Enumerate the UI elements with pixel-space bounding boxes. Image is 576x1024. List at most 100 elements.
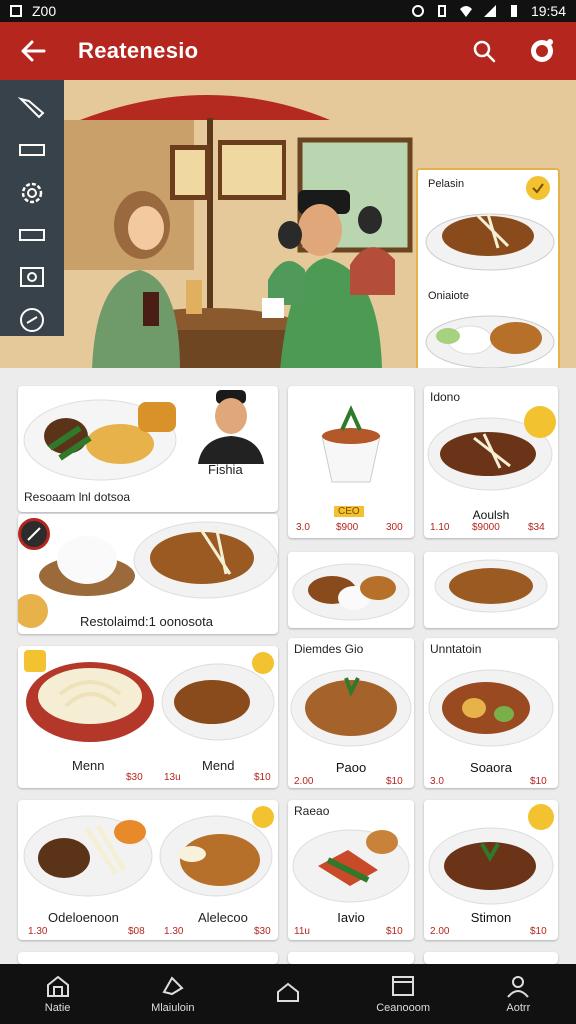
dish-image bbox=[428, 827, 554, 905]
share-icon bbox=[162, 976, 184, 996]
bottom-nav: Natie Mlaiuloin Ceanooom Aotrr bbox=[0, 964, 576, 1024]
card10-price-b: $08 bbox=[128, 926, 145, 937]
card7-name-left: Menn bbox=[72, 758, 105, 773]
tool-rail bbox=[0, 80, 64, 336]
gear-icon bbox=[21, 182, 43, 204]
house-outline-icon bbox=[276, 982, 299, 1002]
card10-price-a: 1.30 bbox=[28, 926, 48, 937]
menu-card-6a[interactable] bbox=[424, 552, 558, 628]
alarm-icon bbox=[411, 5, 424, 17]
card5-price-left: 2.00 bbox=[294, 776, 314, 787]
card6-title: Unntatoin bbox=[430, 642, 482, 656]
back-button[interactable] bbox=[18, 36, 48, 66]
notification-icon bbox=[10, 5, 22, 17]
card7-price-c: $10 bbox=[254, 772, 271, 783]
featured-dish1-image bbox=[425, 213, 555, 271]
menu-card-6[interactable]: Unntatoin Soaora 3.0 $10 bbox=[424, 638, 558, 788]
card3-price-left: 3.0 bbox=[296, 522, 310, 533]
nav-profile-label: Aotrr bbox=[506, 1002, 531, 1014]
person-icon bbox=[507, 976, 530, 998]
featured-item1-label: Pelasin bbox=[428, 178, 465, 190]
record-button[interactable] bbox=[526, 35, 558, 67]
card9-price-left: 2.00 bbox=[430, 926, 450, 937]
broom-icon bbox=[17, 97, 45, 119]
card7-price-a: $30 bbox=[126, 772, 143, 783]
menu-card-5[interactable]: Diemdes Gio Paoo 2.00 $10 bbox=[288, 638, 414, 788]
status-left-text: Z00 bbox=[32, 3, 57, 19]
menu-card-5a[interactable] bbox=[288, 552, 414, 628]
signal-icon bbox=[483, 5, 496, 17]
hero-banner: Pelasin Oniaiote cusr bbox=[0, 80, 576, 368]
tool-broom[interactable] bbox=[15, 92, 49, 124]
vibrate-icon bbox=[437, 5, 446, 17]
tool-screen[interactable] bbox=[15, 134, 49, 166]
tool-compass[interactable] bbox=[15, 304, 49, 336]
card4-name: Aoulsh bbox=[472, 508, 510, 522]
rating-badge-icon bbox=[524, 406, 556, 438]
menu-card-2[interactable]: Restolaimd:1 oonosota bbox=[18, 514, 278, 634]
dish-image bbox=[290, 669, 412, 747]
card5-title: Diemdes Gio bbox=[294, 642, 364, 656]
nav-home[interactable]: Natie bbox=[8, 974, 108, 1014]
menu-card-4[interactable]: Idono Aoulsh 1.10 $9000 $34 bbox=[424, 386, 558, 538]
card10-price-d: $30 bbox=[254, 926, 271, 937]
card6-price-left: 3.0 bbox=[430, 776, 444, 787]
menu-card-10[interactable]: Odeloenoon Alelecoo 1.30 $08 1.30 $30 bbox=[18, 800, 278, 940]
card2-title: Restolaimd:1 oonosota bbox=[80, 614, 213, 629]
page-title: Reatenesio bbox=[78, 38, 199, 63]
dish-image bbox=[23, 399, 177, 481]
coin-icon bbox=[252, 806, 274, 828]
screen-icon bbox=[19, 229, 45, 242]
card8-name: Iavio bbox=[337, 910, 365, 925]
search-button[interactable] bbox=[468, 35, 500, 67]
record-icon bbox=[531, 39, 553, 62]
tray-icon bbox=[392, 976, 415, 996]
tool-settings[interactable] bbox=[15, 177, 49, 209]
noodle-bowl-image bbox=[26, 662, 154, 742]
nav-share[interactable]: Mlaiuloin bbox=[123, 974, 223, 1014]
menu-card-partial-1[interactable] bbox=[18, 952, 278, 964]
nav-house[interactable] bbox=[238, 980, 338, 1008]
tool-photo[interactable] bbox=[15, 261, 49, 293]
card1-caption: Fishia bbox=[208, 462, 243, 477]
chef-avatar bbox=[198, 390, 264, 464]
card6-name: Soaora bbox=[470, 760, 512, 775]
nav-profile[interactable]: Aotrr bbox=[468, 974, 568, 1014]
wifi-icon bbox=[459, 6, 472, 17]
coin-icon bbox=[18, 594, 48, 628]
rice-image bbox=[39, 536, 135, 596]
card4-price-right: $34 bbox=[528, 522, 545, 533]
card10-price-c: 1.30 bbox=[164, 926, 184, 937]
tool-screen-2[interactable] bbox=[15, 219, 49, 251]
menu-card-partial-2[interactable] bbox=[288, 952, 414, 964]
home-icon bbox=[46, 975, 69, 997]
menu-card-1[interactable]: Fishia Resoaam lnl dotsoa bbox=[18, 386, 278, 512]
dish-image bbox=[23, 815, 153, 897]
card4-title: Idono bbox=[430, 390, 461, 404]
card6-price-right: $10 bbox=[530, 776, 547, 787]
featured-dishes-panel[interactable]: Pelasin Oniaiote cusr bbox=[416, 168, 560, 368]
card10-name-left: Odeloenoon bbox=[48, 910, 119, 925]
dish-image bbox=[133, 521, 278, 599]
battery-icon bbox=[510, 5, 517, 17]
status-bar: Z00 19:54 bbox=[0, 0, 576, 22]
menu-card-8[interactable]: Raeao Iavio 11u $10 bbox=[288, 800, 414, 940]
nav-tray-label: Ceanooom bbox=[376, 1002, 431, 1014]
compass-icon bbox=[20, 307, 44, 332]
card7-name-right: Mend bbox=[202, 758, 235, 773]
card3-price-badge: CEO bbox=[334, 506, 364, 517]
nav-tray[interactable]: Ceanooom bbox=[353, 974, 453, 1014]
bowl-image bbox=[434, 559, 548, 613]
menu-grid: Fishia Resoaam lnl dotsoa Restolaimd:1 o… bbox=[0, 368, 576, 964]
menu-card-9[interactable]: Stimon 2.00 $10 bbox=[424, 800, 558, 940]
card8-price-right: $10 bbox=[386, 926, 403, 937]
featured-item2-label: Oniaiote bbox=[428, 290, 469, 302]
card5-name: Paoo bbox=[335, 760, 367, 775]
menu-card-partial-3[interactable] bbox=[424, 952, 558, 964]
card9-price-right: $10 bbox=[530, 926, 547, 937]
card8-price-left: 11u bbox=[294, 926, 310, 937]
dish-image bbox=[428, 669, 554, 747]
menu-card-7[interactable]: Menn Mend $30 13u $10 bbox=[18, 646, 278, 788]
menu-card-3[interactable]: 3.0 CEO $900 300 bbox=[288, 386, 414, 538]
card3-price-right: 300 bbox=[386, 522, 403, 533]
